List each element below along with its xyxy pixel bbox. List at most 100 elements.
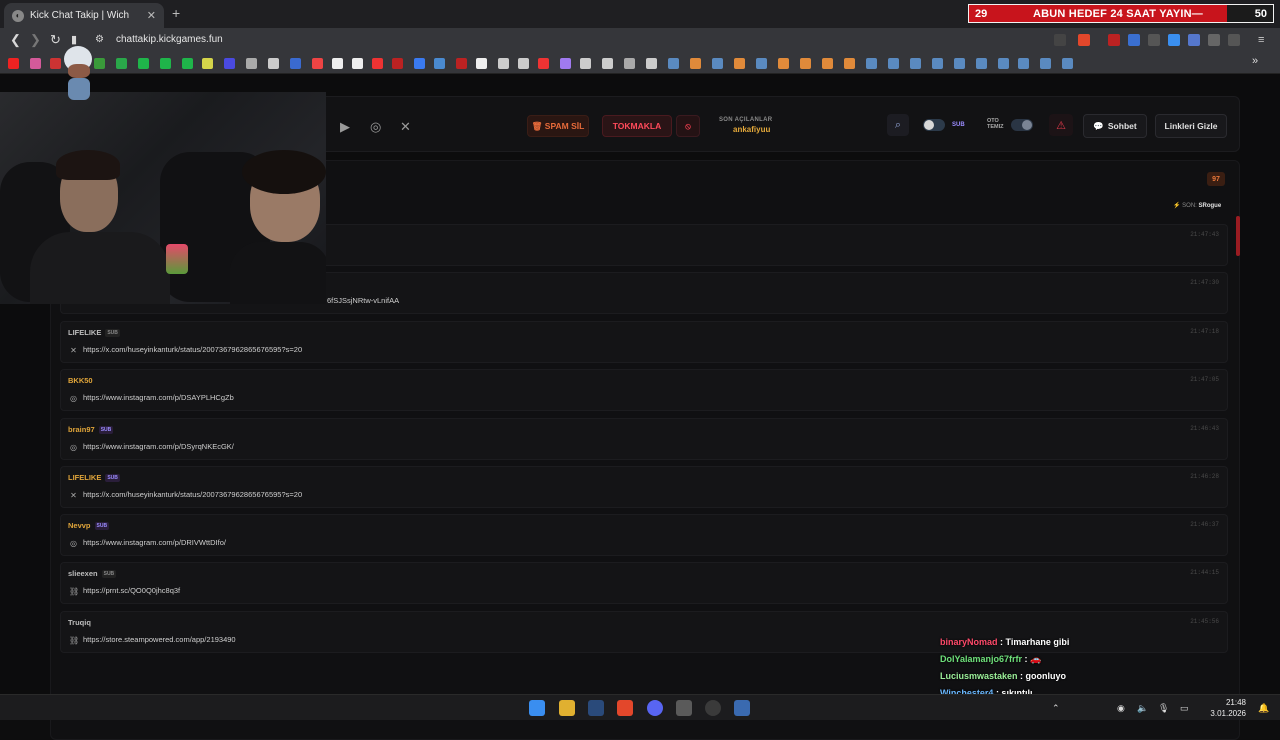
bookmark-icon[interactable] xyxy=(312,58,323,69)
app-icon[interactable] xyxy=(676,700,692,716)
bookmark-icon[interactable] xyxy=(998,58,1009,69)
row-link[interactable]: https://www.instagram.com/p/DSAYPLHCgZb xyxy=(83,393,234,402)
row-link[interactable]: 6fSJSsjNRtw-vLnifAA xyxy=(327,296,399,305)
bookmark-icon[interactable] xyxy=(518,58,529,69)
row-username[interactable]: LIFELIKE SUB xyxy=(68,328,120,337)
scrollbar-thumb[interactable] xyxy=(1236,216,1240,256)
url-input[interactable]: chattakip.kickgames.fun xyxy=(116,34,223,45)
bookmark-icon[interactable] xyxy=(182,58,193,69)
extension-icon[interactable] xyxy=(1128,34,1140,46)
row-link[interactable]: https://store.steampowered.com/app/21934… xyxy=(83,635,236,644)
row-link[interactable]: https://www.instagram.com/p/DRIVWttDIfo/ xyxy=(83,538,226,547)
hide-links-button[interactable]: Linkleri Gizle xyxy=(1155,114,1227,138)
sub-toggle[interactable] xyxy=(923,119,945,131)
network-icon[interactable]: ▭ xyxy=(1180,703,1189,714)
row-username[interactable]: Nevvp SUB xyxy=(68,521,110,530)
bookmark-icon[interactable] xyxy=(138,58,149,69)
bookmark-icon[interactable] xyxy=(332,58,343,69)
brave-icon[interactable] xyxy=(617,700,633,716)
bookmark-icon[interactable] xyxy=(456,58,467,69)
bookmark-icon[interactable] xyxy=(932,58,943,69)
bookmark-icon[interactable] xyxy=(756,58,767,69)
bookmark-icon[interactable] xyxy=(800,58,811,69)
extension-icon[interactable] xyxy=(1148,34,1160,46)
share-icon[interactable] xyxy=(1054,34,1066,46)
forward-icon[interactable]: ❯ xyxy=(30,32,41,48)
spam-delete-button[interactable]: 🗑 SPAM SİL xyxy=(527,115,589,137)
bookmark-icon[interactable] xyxy=(8,58,19,69)
bookmark-icon[interactable] xyxy=(888,58,899,69)
bookmark-icon[interactable] xyxy=(352,58,363,69)
steam-tray-icon[interactable]: ◉ xyxy=(1117,703,1125,714)
bookmarks-overflow-icon[interactable]: » xyxy=(1252,55,1263,67)
bookmark-icon[interactable] xyxy=(646,58,657,69)
bookmark-icon[interactable] xyxy=(778,58,789,69)
bookmark-icon[interactable] xyxy=(224,58,235,69)
youtube-icon[interactable]: ▶ xyxy=(340,119,354,134)
bookmark-icon[interactable] xyxy=(538,58,549,69)
bookmark-icon[interactable] xyxy=(866,58,877,69)
row-username[interactable]: Truqiq xyxy=(68,618,91,627)
row-link[interactable]: https://www.instagram.com/p/DSyrqNKEcGK/ xyxy=(83,442,234,451)
bookmark-icon[interactable] xyxy=(268,58,279,69)
row-link[interactable]: https://x.com/huseyinkanturk/status/2007… xyxy=(83,490,302,499)
obs-icon[interactable] xyxy=(705,700,721,716)
extensions-puzzle-icon[interactable] xyxy=(1208,34,1220,46)
bookmark-icon[interactable] xyxy=(116,58,127,69)
bookmark-icon[interactable] xyxy=(668,58,679,69)
bookmark-icon[interactable] xyxy=(30,58,41,69)
bookmark-icon[interactable] xyxy=(372,58,383,69)
search-icon[interactable]: ⌕ xyxy=(887,114,909,136)
bookmark-icon[interactable] xyxy=(498,58,509,69)
start-icon[interactable] xyxy=(529,700,545,716)
bookmark-icon[interactable] xyxy=(246,58,257,69)
discord-icon[interactable] xyxy=(647,700,663,716)
bookmark-icon[interactable] xyxy=(1040,58,1051,69)
bookmark-icon[interactable] xyxy=(202,58,213,69)
file-explorer-icon[interactable] xyxy=(559,700,575,716)
auto-clean-toggle[interactable] xyxy=(1011,119,1033,131)
bookmark-icon[interactable] xyxy=(976,58,987,69)
tray-chevron-icon[interactable]: ⌃ xyxy=(1052,703,1060,714)
bookmark-icon[interactable] xyxy=(392,58,403,69)
notification-icon[interactable]: 🔔 xyxy=(1258,703,1269,714)
bookmark-icon[interactable] xyxy=(580,58,591,69)
bookmark-icon[interactable] xyxy=(560,58,571,69)
bookmark-icon[interactable] xyxy=(476,58,487,69)
extension-icon[interactable] xyxy=(1168,34,1180,46)
mic-icon[interactable]: 🎙 xyxy=(1158,703,1169,714)
row-link[interactable]: https://x.com/huseyinkanturk/status/2007… xyxy=(83,345,302,354)
tokmakla-button[interactable]: TOKMAKLA xyxy=(602,115,672,137)
menu-icon[interactable]: ≡ xyxy=(1258,34,1270,46)
instagram-icon[interactable]: ◎ xyxy=(370,119,384,134)
row-username[interactable]: slieexen SUB xyxy=(68,569,117,578)
site-settings-icon[interactable]: ⚙ xyxy=(95,34,104,45)
bookmark-icon[interactable] xyxy=(822,58,833,69)
system-clock[interactable]: 21:48 3.01.2026 xyxy=(1210,697,1246,719)
bookmark-icon[interactable] xyxy=(1018,58,1029,69)
row-username[interactable]: LIFELIKE SUB xyxy=(68,473,120,482)
bookmark-icon[interactable]: ▮ xyxy=(71,33,77,46)
row-link[interactable]: https://prnt.sc/QO0Q0jhc8q3f xyxy=(83,586,180,595)
volume-icon[interactable]: 🔈 xyxy=(1137,703,1148,714)
bookmark-icon[interactable] xyxy=(910,58,921,69)
sidebar-icon[interactable] xyxy=(1228,34,1240,46)
steam-icon[interactable] xyxy=(588,700,604,716)
bookmark-icon[interactable] xyxy=(414,58,425,69)
row-username[interactable]: BKK50 xyxy=(68,376,93,385)
bookmark-icon[interactable] xyxy=(624,58,635,69)
x-twitter-icon[interactable]: ✕ xyxy=(400,119,414,134)
bookmark-icon[interactable] xyxy=(160,58,171,69)
extension-icon[interactable] xyxy=(1188,34,1200,46)
row-username[interactable]: brain97 SUB xyxy=(68,425,114,434)
bookmark-icon[interactable] xyxy=(954,58,965,69)
back-icon[interactable]: ❮ xyxy=(10,32,21,48)
bookmark-icon[interactable] xyxy=(690,58,701,69)
ban-icon[interactable]: ⦸ xyxy=(676,115,700,137)
warning-icon[interactable]: ⚠ xyxy=(1049,114,1073,136)
bookmark-icon[interactable] xyxy=(712,58,723,69)
bookmark-icon[interactable] xyxy=(602,58,613,69)
chat-button[interactable]: 💬 Sohbet xyxy=(1083,114,1147,138)
bookmark-icon[interactable] xyxy=(1062,58,1073,69)
browser-tab[interactable]: ◐ Kick Chat Takip | Wich ✕ xyxy=(4,3,164,28)
